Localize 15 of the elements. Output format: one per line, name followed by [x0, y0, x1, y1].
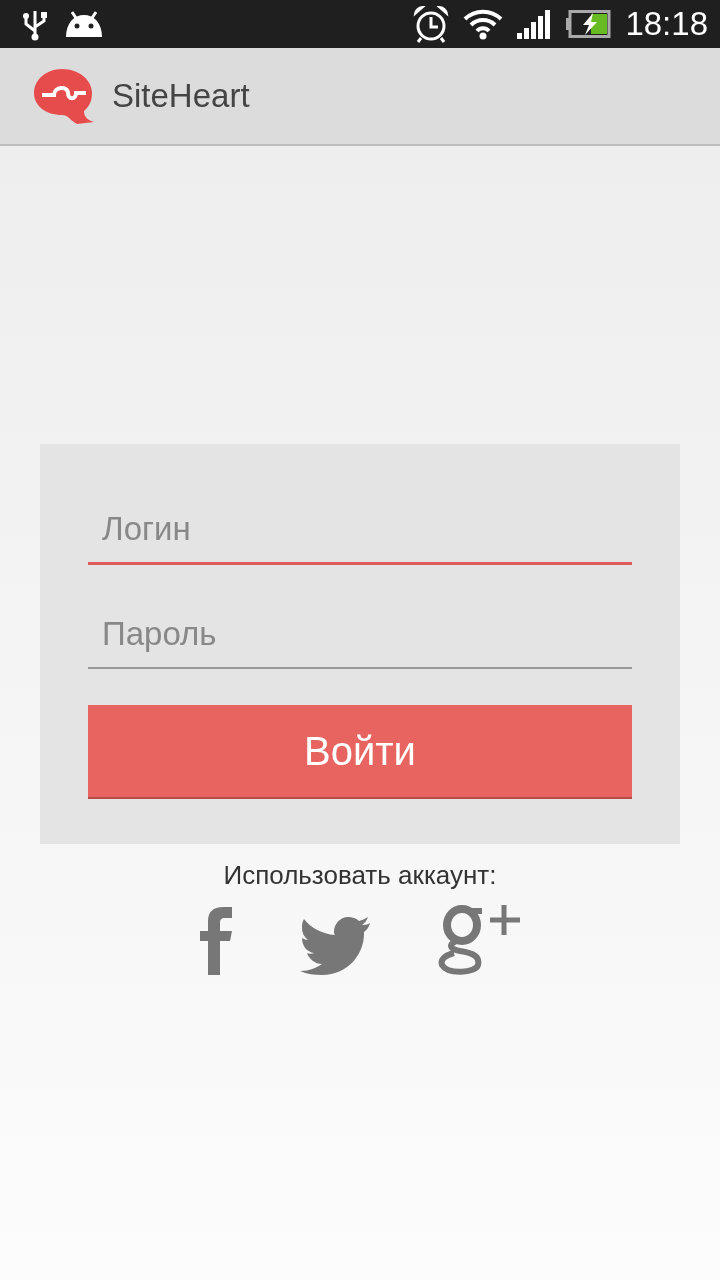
input-field[interactable]: Логин: [88, 496, 632, 565]
app-title: SiteHeart: [112, 77, 250, 115]
google-plus-icon[interactable]: [438, 903, 522, 975]
alarm-clock-icon: [413, 5, 450, 43]
status-time: 18:18: [625, 5, 708, 43]
android-icon: [64, 9, 104, 39]
login-button[interactable]: Войти: [88, 705, 632, 799]
facebook-icon[interactable]: [198, 907, 234, 975]
use-account-label: Использовать аккаунт:: [223, 860, 497, 891]
wifi-icon: [463, 8, 504, 40]
signal-icon: [517, 9, 552, 39]
input-field[interactable]: Пароль: [88, 601, 632, 669]
app-logo-icon: [32, 67, 96, 125]
twitter-bird-icon[interactable]: [300, 917, 372, 975]
battery-charging-icon: [565, 10, 612, 38]
